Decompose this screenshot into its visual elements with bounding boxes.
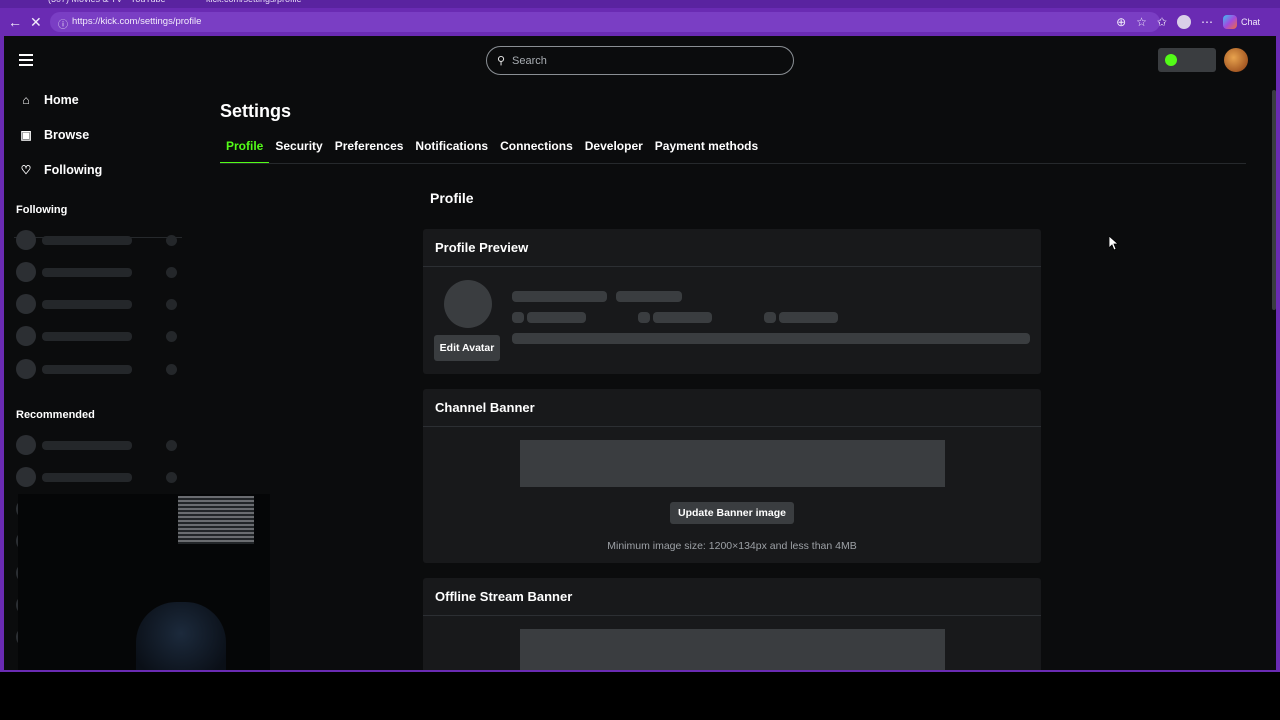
kick-page: ⚲ Search ⌂ Home ▣ Browse ♡ Following Fol… [4, 36, 1276, 670]
card-title: Offline Stream Banner [423, 578, 1041, 616]
channel-skeleton [16, 262, 182, 282]
browser-tab-youtube[interactable]: (307) Movies & TV - YouTube [48, 0, 166, 8]
webcam-overlay [18, 494, 270, 670]
stop-loading-icon[interactable]: ✕ [30, 14, 42, 31]
card-title: Profile Preview [423, 229, 1041, 267]
edit-avatar-button[interactable]: Edit Avatar [434, 335, 500, 361]
kick-button[interactable] [1158, 48, 1216, 72]
chat-label: Chat [1240, 17, 1260, 27]
copilot-icon [1222, 15, 1237, 29]
sidebar-item-label: Following [44, 163, 103, 177]
update-banner-button[interactable]: Update Banner image [670, 502, 794, 524]
following-section-title: Following [16, 204, 68, 216]
profile-preview-card: Profile Preview Edit Avatar [423, 229, 1041, 374]
stat-skeleton [527, 312, 586, 323]
tabs-divider [220, 163, 1246, 164]
channel-skeleton [16, 230, 182, 250]
channel-skeleton [16, 359, 182, 379]
top-bar: ⚲ Search [4, 36, 1276, 86]
browser-toolbar: ← ✕ ⓘ https://kick.com/settings/profile … [0, 8, 1280, 36]
sidebar-item-home[interactable]: ⌂ Home [19, 90, 79, 110]
channel-skeleton [16, 467, 182, 487]
section-title: Profile [430, 190, 474, 206]
tab-developer[interactable]: Developer [579, 136, 649, 161]
heart-icon: ♡ [20, 163, 32, 177]
banner-preview [520, 440, 945, 487]
browser-tab-kick[interactable]: kick.com/settings/profile [206, 0, 302, 8]
window-blinds [178, 496, 254, 544]
offline-banner-preview [520, 629, 945, 670]
favorites-icon[interactable]: ✩ [1157, 15, 1167, 29]
channel-skeleton [16, 435, 182, 455]
search-icon: ⚲ [497, 55, 506, 67]
favorite-star-icon[interactable]: ☆ [1136, 15, 1147, 29]
sidebar-item-browse[interactable]: ▣ Browse [19, 125, 89, 145]
home-icon: ⌂ [22, 93, 30, 107]
avatar-placeholder [444, 280, 492, 328]
url-text[interactable]: https://kick.com/settings/profile [72, 16, 201, 27]
streamer-silhouette [136, 602, 226, 670]
stat-icon-skeleton [764, 312, 776, 323]
tab-security[interactable]: Security [269, 136, 328, 161]
zoom-icon[interactable]: ⊕ [1116, 15, 1126, 29]
sidebar-item-following[interactable]: ♡ Following [19, 160, 103, 180]
tab-strip: (307) Movies & TV - YouTube kick.com/set… [0, 0, 1280, 8]
offline-banner-card: Offline Stream Banner [423, 578, 1041, 670]
stat-skeleton [779, 312, 838, 323]
hamburger-menu-icon[interactable] [19, 54, 33, 66]
address-bar[interactable]: ⓘ https://kick.com/settings/profile [50, 12, 1160, 32]
page-scrollbar[interactable] [1272, 90, 1276, 310]
description-skeleton [512, 333, 1030, 344]
header-actions [1158, 48, 1248, 72]
tab-profile[interactable]: Profile [220, 136, 270, 164]
username-skeleton [512, 291, 607, 302]
tab-preferences[interactable]: Preferences [329, 136, 410, 161]
tab-payment-methods[interactable]: Payment methods [649, 136, 764, 161]
stat-skeleton [653, 312, 712, 323]
settings-tabs: Profile Security Preferences Notificatio… [220, 136, 764, 164]
back-icon[interactable]: ← [8, 14, 22, 30]
stat-icon-skeleton [638, 312, 650, 323]
copilot-chat-button[interactable]: Chat [1222, 15, 1260, 29]
search-input[interactable]: ⚲ Search [486, 46, 794, 75]
user-avatar[interactable] [1224, 48, 1248, 72]
channel-banner-card: Channel Banner Update Banner image Minim… [423, 389, 1041, 563]
tab-connections[interactable]: Connections [494, 136, 579, 161]
recommended-section-title: Recommended [16, 409, 95, 421]
browse-icon: ▣ [20, 128, 32, 142]
mouse-cursor-icon [1109, 236, 1119, 251]
site-info-icon[interactable]: ⓘ [58, 16, 68, 31]
channel-skeleton [16, 294, 182, 314]
more-icon[interactable]: ⋯ [1201, 15, 1213, 29]
page-title: Settings [220, 101, 292, 121]
tab-notifications[interactable]: Notifications [409, 136, 494, 161]
stat-icon-skeleton [512, 312, 524, 323]
kick-logo-icon [1165, 54, 1177, 66]
sidebar-item-label: Browse [44, 128, 90, 142]
search-placeholder: Search [512, 55, 547, 67]
browser-window: (307) Movies & TV - YouTube kick.com/set… [0, 0, 1280, 672]
channel-skeleton [16, 326, 182, 346]
bio-skeleton [616, 291, 682, 302]
banner-size-note: Minimum image size: 1200×134px and less … [607, 540, 857, 552]
browser-profile-icon[interactable] [1176, 15, 1191, 29]
browser-toolbar-icons: ⊕ ☆ ✩ ⋯ Chat [1116, 13, 1260, 31]
sidebar-item-label: Home [44, 93, 79, 107]
settings-main: Settings Profile Security Preferences No… [190, 86, 1276, 670]
card-title: Channel Banner [423, 389, 1041, 427]
